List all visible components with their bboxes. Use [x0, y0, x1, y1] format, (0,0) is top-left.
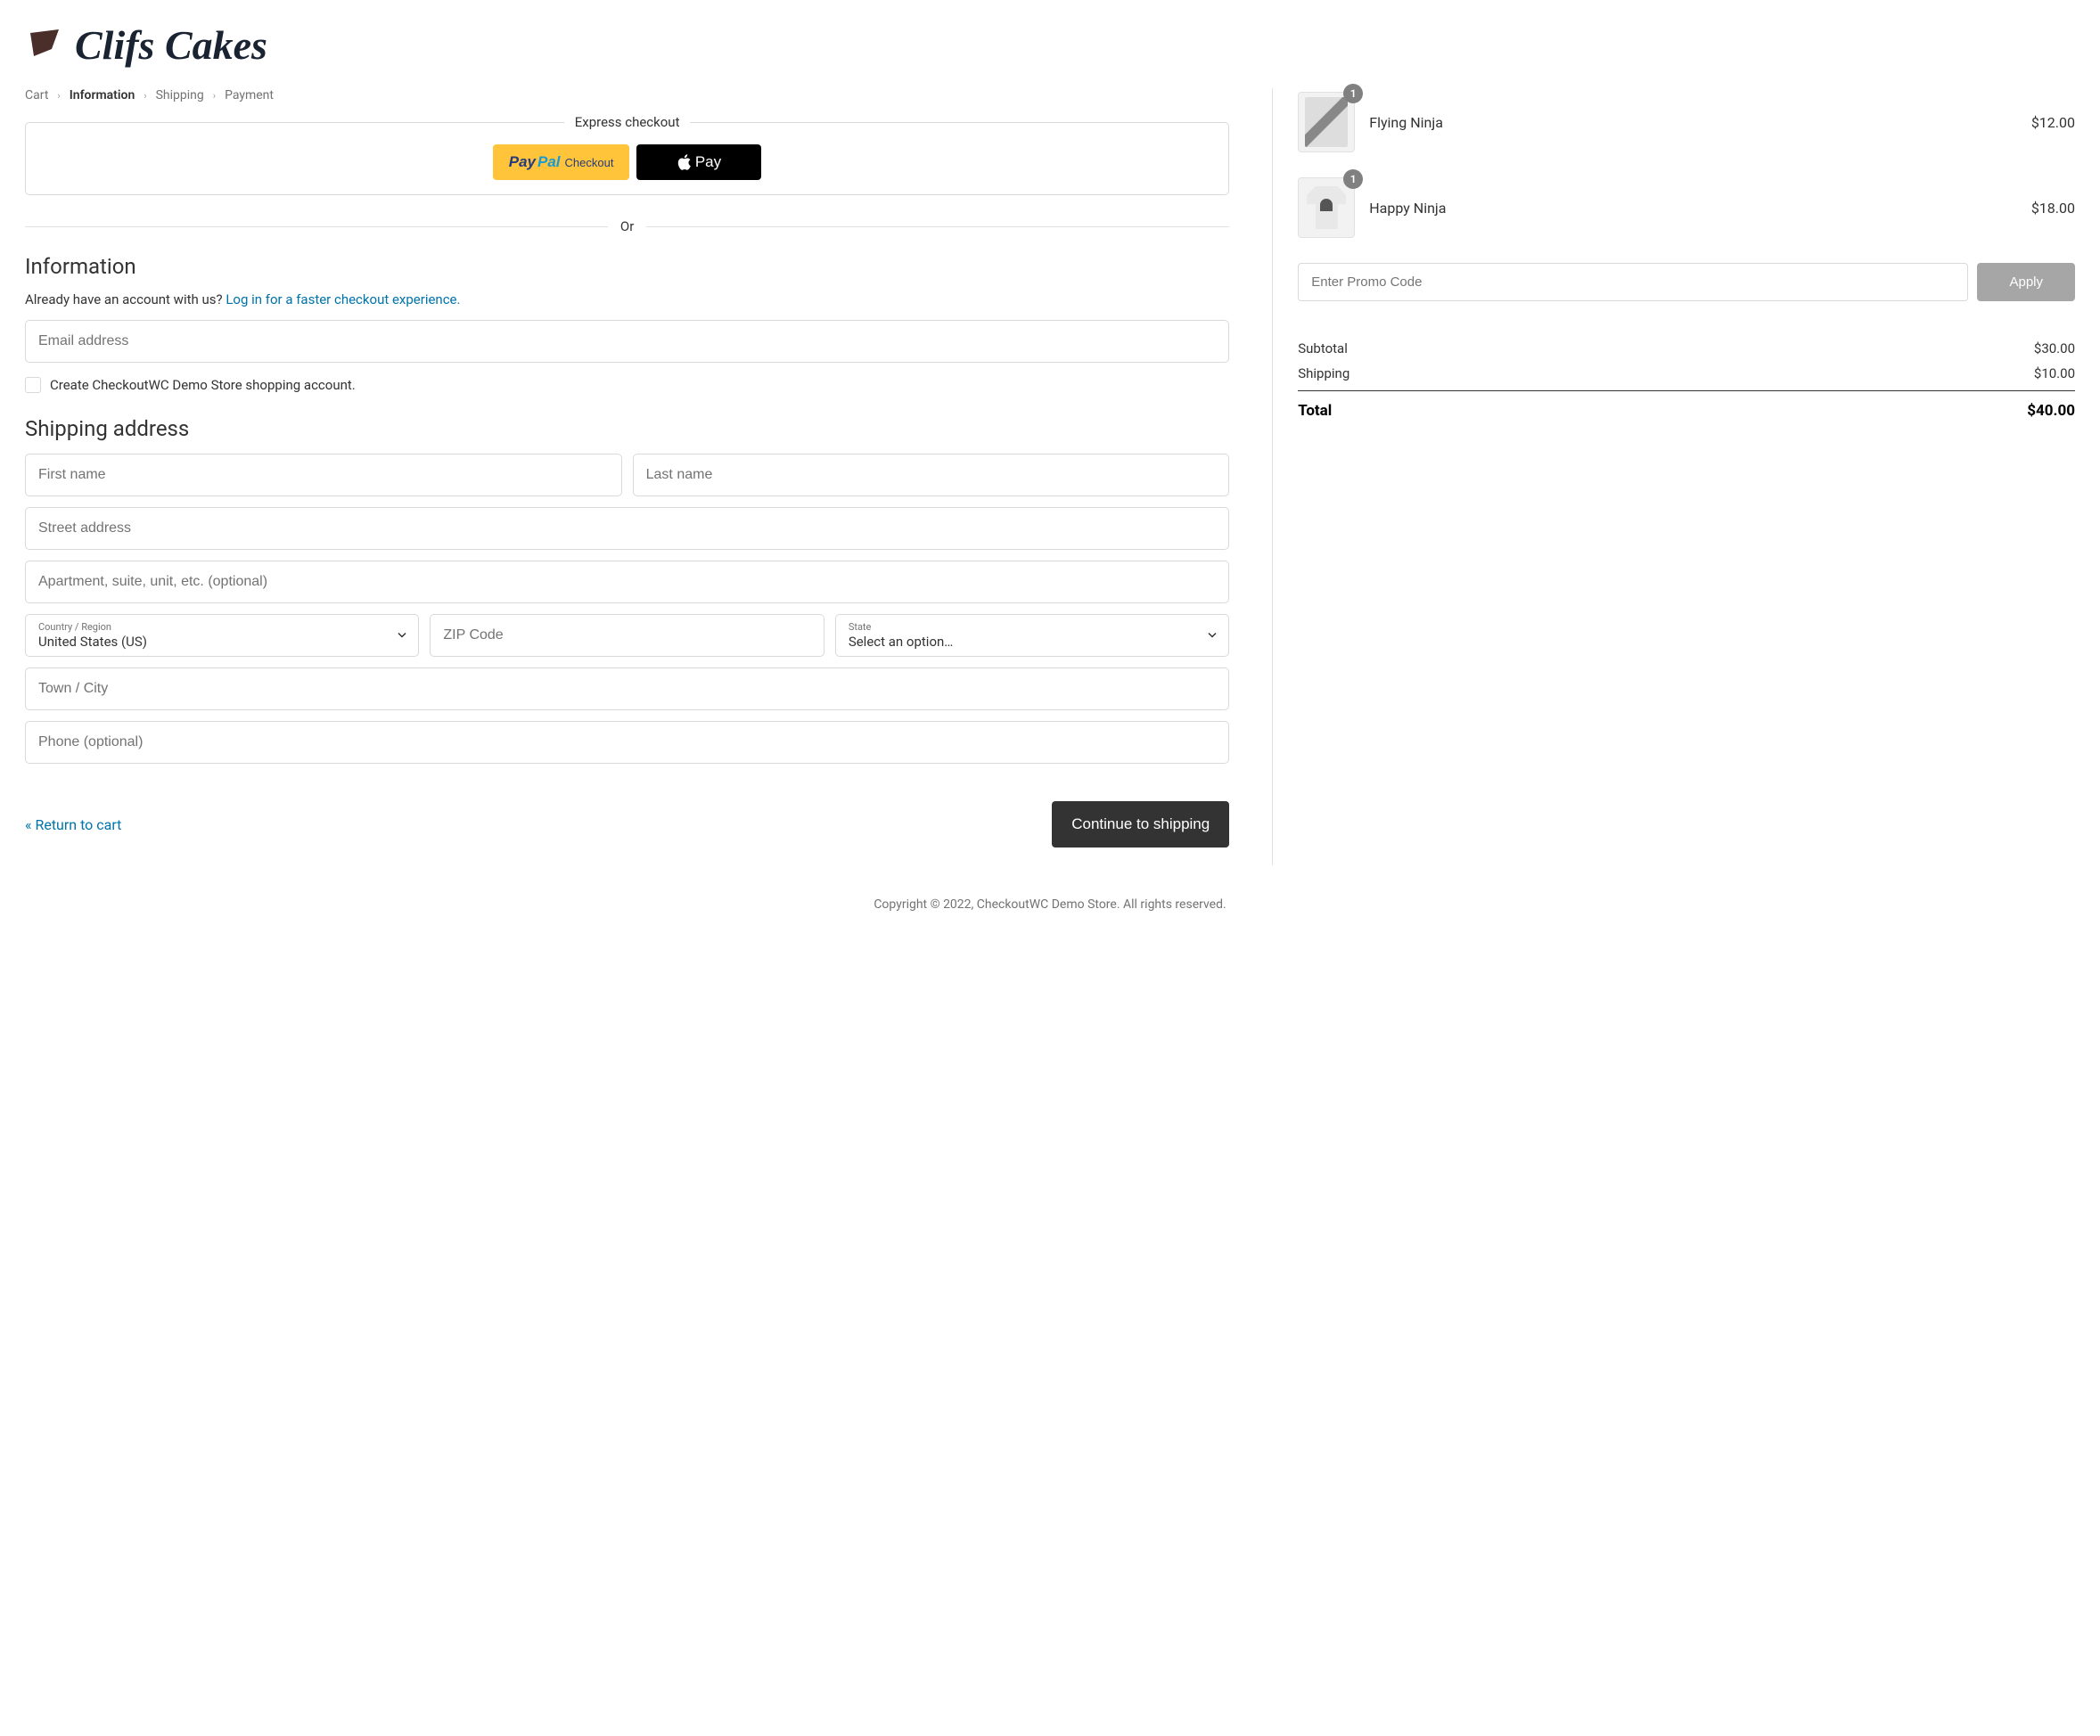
cart-item: 1 Flying Ninja $12.00 [1298, 92, 2075, 152]
information-title: Information [25, 254, 1229, 279]
zip-input[interactable] [430, 614, 824, 657]
cart-item-thumbnail: 1 [1298, 92, 1355, 152]
cart-item-price: $18.00 [2031, 200, 2075, 217]
chevron-right-icon: › [144, 90, 146, 102]
state-select[interactable]: State Select an option… [835, 614, 1229, 657]
chevron-right-icon: › [57, 90, 60, 102]
cart-item-name: Happy Ninja [1369, 200, 2017, 217]
shipping-title: Shipping address [25, 416, 1229, 441]
cart-item-thumbnail: 1 [1298, 177, 1355, 238]
breadcrumb-shipping[interactable]: Shipping [156, 88, 204, 102]
quantity-badge: 1 [1343, 84, 1363, 103]
apple-icon [677, 154, 692, 170]
login-link[interactable]: Log in for a faster checkout experience. [226, 291, 460, 307]
footer-copyright: Copyright © 2022, CheckoutWC Demo Store.… [25, 865, 2075, 929]
chevron-down-icon [1207, 627, 1218, 644]
breadcrumb: Cart › Information › Shipping › Payment [25, 88, 1229, 102]
country-select[interactable]: Country / Region United States (US) [25, 614, 419, 657]
chevron-right-icon: › [213, 90, 216, 102]
cart-item-price: $12.00 [2031, 114, 2075, 131]
promo-code-input[interactable] [1298, 263, 1968, 301]
express-checkout-label: Express checkout [564, 114, 691, 130]
return-to-cart-link[interactable]: « Return to cart [25, 816, 121, 833]
phone-input[interactable] [25, 721, 1229, 764]
create-account-checkbox[interactable] [25, 377, 41, 393]
or-divider: Or [25, 218, 1229, 234]
site-header: Clifs Cakes [25, 21, 2075, 69]
apply-promo-button[interactable]: Apply [1977, 263, 2075, 301]
street-input[interactable] [25, 507, 1229, 550]
firstname-input[interactable] [25, 454, 622, 496]
breadcrumb-information[interactable]: Information [70, 88, 135, 102]
subtotal-row: Subtotal $30.00 [1298, 340, 2075, 356]
shipping-row: Shipping $10.00 [1298, 365, 2075, 381]
chevron-down-icon [397, 627, 407, 644]
applepay-button[interactable]: Pay [636, 144, 761, 180]
paypal-button[interactable]: PayPalCheckout [493, 144, 630, 180]
cart-item: 1 Happy Ninja $18.00 [1298, 177, 2075, 238]
logo-icon [25, 26, 64, 65]
city-input[interactable] [25, 667, 1229, 710]
quantity-badge: 1 [1343, 169, 1363, 189]
create-account-label[interactable]: Create CheckoutWC Demo Store shopping ac… [50, 377, 356, 393]
login-prompt: Already have an account with us? Log in … [25, 291, 1229, 307]
breadcrumb-payment[interactable]: Payment [225, 88, 274, 102]
express-checkout-box: Express checkout PayPalCheckout Pay [25, 122, 1229, 195]
apartment-input[interactable] [25, 561, 1229, 603]
cart-item-name: Flying Ninja [1369, 114, 2017, 131]
breadcrumb-cart[interactable]: Cart [25, 88, 48, 102]
checkout-left: Cart › Information › Shipping › Payment … [25, 88, 1273, 865]
total-row: Total $40.00 [1298, 390, 2075, 420]
email-input[interactable] [25, 320, 1229, 363]
logo-text: Clifs Cakes [75, 21, 267, 69]
lastname-input[interactable] [633, 454, 1230, 496]
order-summary: 1 Flying Ninja $12.00 1 Happy Ninja $18.… [1273, 88, 2075, 865]
continue-to-shipping-button[interactable]: Continue to shipping [1052, 801, 1229, 848]
